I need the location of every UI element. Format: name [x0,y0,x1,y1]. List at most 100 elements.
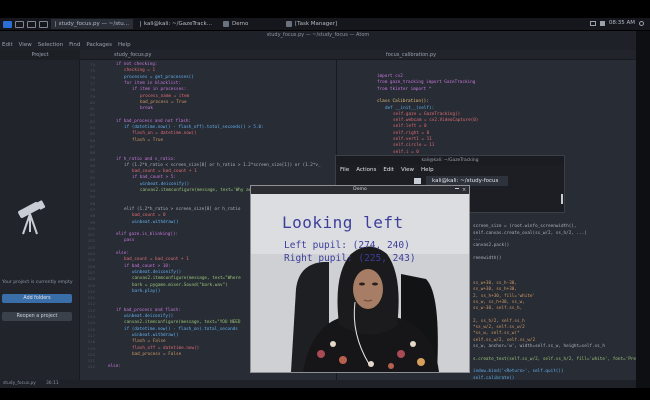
code-line: if h_ratio and v_ratio: [116,156,176,162]
line-number: 113 [87,307,95,313]
line-number: 119 [87,345,95,351]
terminal-tab-icon [414,178,421,184]
line-number: 76 [90,74,95,80]
code-line: elif gaze.is_blinking(): [116,232,179,238]
tab-focus-calibration[interactable]: focus_calibration.py [336,50,636,60]
code-line: self.left = 0 [393,124,427,130]
code-line: def __init__(self): [385,105,435,111]
top-panel: study_focus.py — ~/stu... kali@kali: ~/G… [0,18,650,30]
taskbar-item-demo[interactable]: Demo [219,19,279,29]
terminal-menu-help[interactable]: Help [421,167,434,173]
clock[interactable]: 08:35 AM [609,20,635,26]
system-tray: 08:35 AM [589,20,644,26]
reopen-project-button[interactable]: Reopen a project [2,312,72,321]
right-pupil-text: Right pupil: (225, 243) [284,253,416,264]
line-number: 104 [87,251,95,256]
menu-selection[interactable]: Selection [38,42,63,48]
code-line: reenwidth() [473,255,502,261]
code-line: flash = True [132,137,164,143]
network-icon[interactable] [589,20,596,26]
line-number: 80 [90,99,95,105]
menu-packages[interactable]: Packages [86,42,112,48]
taskbar-item-task-manager[interactable]: [Task Manager] [282,19,352,29]
code-line: if bad_count > 5: [132,175,176,181]
code-line: from gaze_tracking import GazeTracking [377,80,476,86]
menu-view[interactable]: View [19,42,32,48]
line-number: 77 [90,80,95,86]
line-number: 100 [87,225,95,231]
line-number: 86 [90,137,95,143]
line-number: 121 [87,358,95,364]
close-icon[interactable]: × [462,187,466,193]
code-line: if item in processes: [132,87,187,93]
line-number: 115 [87,320,95,326]
line-number: 78 [90,87,95,93]
tab-study-focus[interactable]: study_focus.py [80,50,336,60]
line-number: 118 [87,339,95,345]
desktop-icon[interactable] [15,20,24,28]
gaze-direction-text: Looking left [282,213,404,232]
code-line: bad_count = 0 [132,213,166,219]
sidebar-header[interactable]: Project [0,50,80,60]
terminal-launcher-icon[interactable] [27,20,36,28]
status-file[interactable]: study_focus.py [3,380,36,388]
taskbar-item-atom[interactable]: study_focus.py — ~/stu... [51,19,133,29]
menu-help[interactable]: Help [118,42,131,48]
code-line: bad_process = True [140,99,187,105]
code-line: *ss_w, self.ss_w(* [473,331,520,337]
app-menu-icon[interactable] [3,20,12,28]
line-number: 87 [90,143,95,149]
code-line: ss_w, ss_h+30, ss_w, [473,299,525,305]
terminal-scrollbar[interactable] [561,194,563,204]
line-number: 97 [90,206,95,212]
project-sidebar: Project Your project is currently empty … [0,50,80,380]
code-line: self.ss_w/2, self.ss_w/2 [473,337,536,343]
left-pupil-text: Left pupil: (274, 240) [284,240,410,251]
line-number: 116 [87,326,95,332]
line-number: 105 [87,257,95,263]
code-line: bark.play() [132,288,161,294]
code-line: elif (1.2*h_ratio > screen_size[0] or h_… [124,206,241,212]
code-line: from tkinter import * [377,86,432,92]
code-line: flash_off = datetime.now() [132,345,200,351]
line-number: 93 [90,181,95,187]
code-line: canvas2.itemconfigure(message, text="YOU… [124,320,241,326]
menu-find[interactable]: Find [69,42,80,48]
code-line: self.gaze = GazeTracking() [393,111,461,117]
demo-window[interactable]: Demo × Looking left Left pupil: (274, 24… [250,185,470,373]
line-number: 108 [87,276,95,282]
status-bar: study_focus.py 36:11 [0,380,636,388]
code-line: bad_count = bad_count + 1 [124,257,189,263]
status-cursor-position[interactable]: 36:11 [46,380,59,388]
files-launcher-icon[interactable] [39,20,48,28]
terminal-menu-file[interactable]: File [340,167,349,173]
add-folders-button[interactable]: Add folders [2,294,72,303]
code-line: 2, ss_h/2, self.ss_h [473,318,525,324]
volume-icon[interactable] [599,20,605,26]
code-line: if bad_process and flash: [116,307,181,313]
terminal-title: kali@kali: ~/GazeTracking [336,156,564,165]
line-number: 82 [90,112,95,118]
code-line: self.right = 0 [393,130,430,136]
terminal-menu-edit[interactable]: Edit [383,167,394,173]
code-line: canvas2.itemconfigure(message, text='Why… [140,188,254,193]
taskbar-item-terminal[interactable]: kali@kali: ~/GazeTrack... [136,19,216,29]
atom-menubar: Edit View Selection Find Packages Help [0,40,636,50]
atom-title: study_focus.py — ~/study_focus — Atom [0,31,636,40]
power-icon[interactable] [639,20,644,26]
code-line: indow.bind('<Return>', self.quit()) [473,369,564,375]
minimize-icon[interactable] [455,188,459,189]
line-number: 99 [90,219,95,225]
terminal-menu-actions[interactable]: Actions [356,167,376,173]
code-line: pass [124,238,135,244]
code-line: if (1.2*h_ratio < screen_size[0] or h_ra… [124,162,321,168]
code-line: ss_w-30, self.ss_h, [473,306,523,312]
code-line: ... [473,236,481,242]
code-line: 2, ss_h+30, fill='white' [473,293,536,299]
code-line: process_name = item [140,93,190,99]
line-number: 102 [87,238,95,244]
terminal-menu-view[interactable]: View [401,167,414,173]
menu-edit[interactable]: Edit [2,42,13,48]
line-number: 101 [87,232,95,238]
demo-title: Demo [251,186,469,194]
